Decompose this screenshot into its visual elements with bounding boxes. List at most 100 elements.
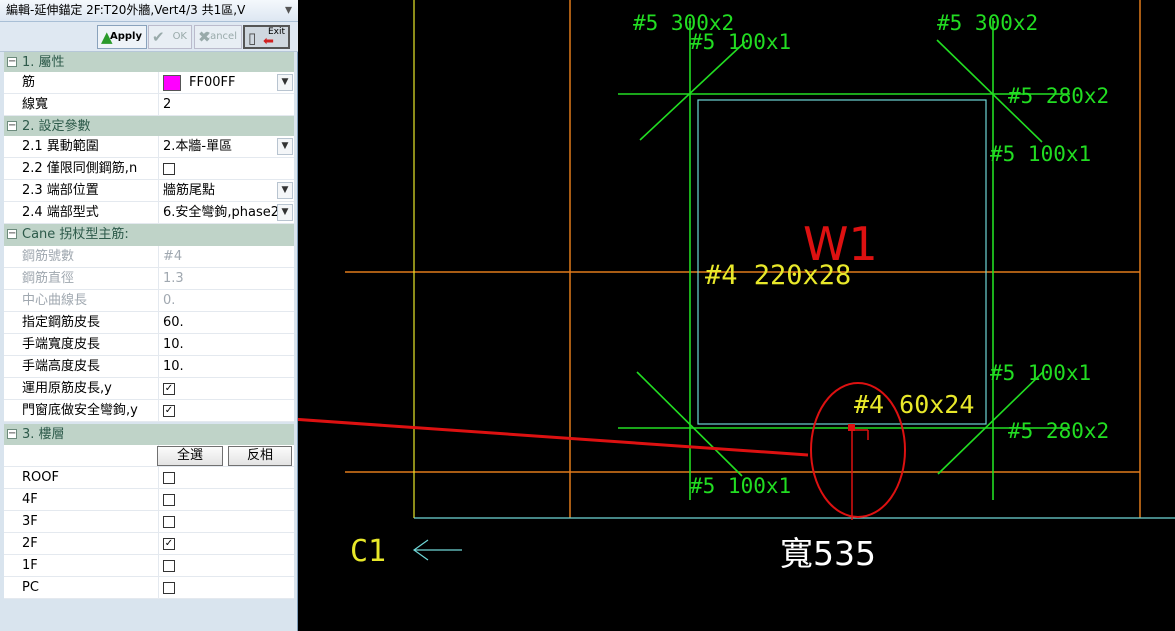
row-handw[interactable]: 手端寬度皮長 10.: [4, 334, 294, 356]
handh-label: 手端高度皮長: [20, 356, 159, 378]
dropdown-icon[interactable]: ▾: [285, 0, 292, 21]
sameside-field: [160, 158, 294, 180]
row-floor-buttons: 全選 反相: [4, 445, 294, 467]
row-linewidth[interactable]: 線寬 2: [4, 94, 294, 116]
barnum-value: #4: [163, 249, 183, 264]
floor-name: PC: [20, 577, 159, 599]
exit-button[interactable]: ▯ ⬅ Exit: [243, 25, 290, 49]
section-floors[interactable]: − 3. 樓層: [4, 424, 294, 446]
centerlen-value: 0.: [163, 293, 176, 308]
label-tl-100: #5 100x1: [690, 30, 791, 54]
collapse-icon[interactable]: −: [7, 57, 17, 67]
chevron-down-icon[interactable]: ▼: [277, 74, 293, 91]
property-panel: 編輯-延伸錨定 2F:T20外牆,Vert4/3 共1區,V ▾ ▲ Apply…: [0, 0, 298, 631]
row-sameside[interactable]: 2.2 僅限同側鋼筋,n: [4, 158, 294, 180]
barnum-label: 鋼筋號數: [20, 246, 159, 268]
doorbottom-label: 門窗底做安全彎鉤,y: [20, 400, 159, 422]
floor-checkbox[interactable]: ✓: [163, 538, 175, 550]
endpos-value[interactable]: 牆筋尾點: [160, 180, 294, 202]
label-hook: #4 60x24: [854, 390, 974, 419]
floor-checkbox[interactable]: [163, 494, 175, 506]
row-barnum: 鋼筋號數 #4: [4, 246, 294, 268]
range-label: 2.1 異動範圍: [20, 136, 159, 158]
useorig-field: ✓: [160, 378, 294, 400]
row-rebar[interactable]: 筋 FF00FF ▼: [4, 72, 294, 94]
apply-icon: ▲: [101, 28, 113, 46]
endpos-label: 2.3 端部位置: [20, 180, 159, 202]
doorbottom-field: ✓: [160, 400, 294, 422]
section-cane[interactable]: − Cane 拐杖型主筋:: [4, 224, 294, 246]
floor-checkbox[interactable]: [163, 472, 175, 484]
doorbottom-checkbox[interactable]: ✓: [163, 405, 175, 417]
floor-row[interactable]: 1F: [4, 555, 294, 577]
invert-button[interactable]: 反相: [228, 446, 292, 466]
sameside-checkbox[interactable]: [163, 163, 175, 175]
rebar-color-value: FF00FF: [189, 75, 236, 90]
row-bardia: 鋼筋直徑 1.3: [4, 268, 294, 290]
row-useorig[interactable]: 運用原筋皮長,y ✓: [4, 378, 294, 400]
cover-value[interactable]: 60.: [160, 312, 294, 334]
ok-button[interactable]: ✔ OK: [148, 25, 192, 49]
cancel-button[interactable]: ✖ Cancel: [194, 25, 242, 49]
label-column: C1: [350, 534, 386, 569]
select-all-button[interactable]: 全選: [157, 446, 223, 466]
floor-field: [160, 489, 294, 511]
section-floors-label: 3. 樓層: [22, 427, 65, 442]
row-endtype[interactable]: 2.4 端部型式 6.安全彎鉤,phase2 ▼: [4, 202, 294, 224]
handw-label: 手端寬度皮長: [20, 334, 159, 356]
floor-name: ROOF: [20, 467, 159, 489]
range-value[interactable]: 2.本牆-單區: [160, 136, 294, 158]
exit-label: Exit: [267, 27, 285, 37]
panel-title: 編輯-延伸錨定 2F:T20外牆,Vert4/3 共1區,V: [6, 3, 246, 17]
useorig-checkbox[interactable]: ✓: [163, 383, 175, 395]
handw-value[interactable]: 10.: [160, 334, 294, 356]
useorig-label: 運用原筋皮長,y: [20, 378, 159, 400]
bardia-value: 1.3: [163, 271, 184, 286]
floor-field: [160, 555, 294, 577]
floor-checkbox[interactable]: [163, 516, 175, 528]
floor-checkbox[interactable]: [163, 560, 175, 572]
linewidth-value[interactable]: 2: [160, 94, 294, 116]
row-doorbottom[interactable]: 門窗底做安全彎鉤,y ✓: [4, 400, 294, 422]
floor-row[interactable]: 3F: [4, 511, 294, 533]
endtype-value[interactable]: 6.安全彎鉤,phase2: [160, 202, 294, 224]
row-cover[interactable]: 指定鋼筋皮長 60.: [4, 312, 294, 334]
label-r-280-top: #5 280x2: [1008, 84, 1109, 108]
section-attributes-label: 1. 屬性: [22, 55, 65, 70]
floor-row[interactable]: 2F ✓: [4, 533, 294, 555]
rebar-label: 筋: [20, 72, 159, 94]
label-main-bar: #4 220x28: [705, 260, 851, 291]
exit-door-icon: ▯: [248, 29, 257, 47]
apply-button[interactable]: ▲ Apply: [97, 25, 147, 49]
chevron-down-icon[interactable]: ▼: [277, 138, 293, 155]
floor-checkbox[interactable]: [163, 582, 175, 594]
collapse-icon[interactable]: −: [7, 429, 17, 439]
collapse-icon[interactable]: −: [7, 229, 17, 239]
floor-row[interactable]: PC: [4, 577, 294, 599]
floor-field: [160, 577, 294, 599]
bardia-label: 鋼筋直徑: [20, 268, 159, 290]
section-attributes[interactable]: − 1. 屬性: [4, 52, 294, 74]
row-handh[interactable]: 手端高度皮長 10.: [4, 356, 294, 378]
chevron-down-icon[interactable]: ▼: [277, 182, 293, 199]
floor-name: 3F: [20, 511, 159, 533]
floor-name: 2F: [20, 533, 159, 555]
panel-titlebar[interactable]: 編輯-延伸錨定 2F:T20外牆,Vert4/3 共1區,V ▾: [0, 0, 298, 22]
label-bl-100: #5 100x1: [690, 474, 791, 498]
section-settings-label: 2. 設定參數: [22, 119, 91, 134]
apply-label: Apply: [109, 31, 142, 42]
ok-label: OK: [172, 31, 187, 42]
chevron-down-icon[interactable]: ▼: [277, 204, 293, 221]
row-centerlen: 中心曲線長 0.: [4, 290, 294, 312]
floor-row[interactable]: ROOF: [4, 467, 294, 489]
handh-value[interactable]: 10.: [160, 356, 294, 378]
section-settings[interactable]: − 2. 設定參數: [4, 116, 294, 138]
centerlen-label: 中心曲線長: [20, 290, 159, 312]
row-range[interactable]: 2.1 異動範圍 2.本牆-單區 ▼: [4, 136, 294, 158]
rebar-color-field[interactable]: FF00FF: [160, 72, 294, 94]
floor-row[interactable]: 4F: [4, 489, 294, 511]
row-endpos[interactable]: 2.3 端部位置 牆筋尾點 ▼: [4, 180, 294, 202]
floor-field: [160, 511, 294, 533]
collapse-icon[interactable]: −: [7, 121, 17, 131]
floor-field: ✓: [160, 533, 294, 555]
